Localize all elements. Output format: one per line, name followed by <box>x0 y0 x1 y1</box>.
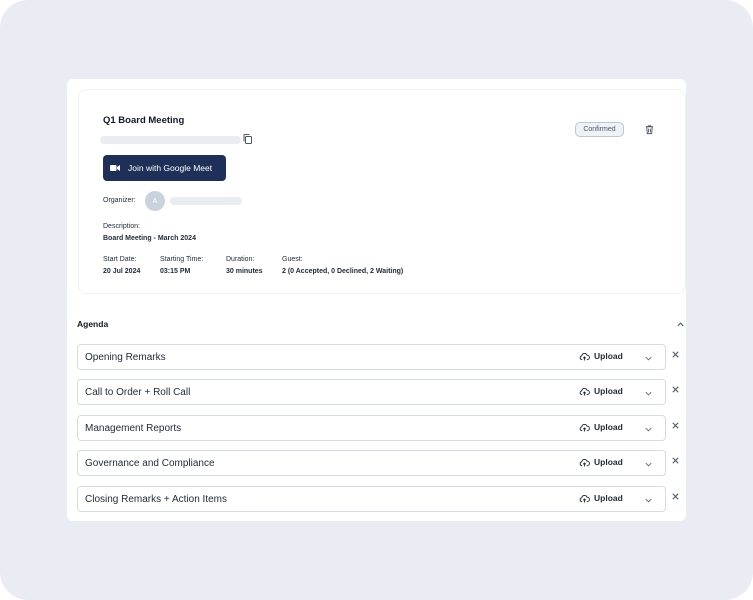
agenda-title: Agenda <box>77 319 109 329</box>
chevron-down-icon[interactable] <box>644 496 653 505</box>
agenda-item[interactable]: Call to Order + Roll Call Upload <box>77 379 666 405</box>
start-time-value: 03:15 PM <box>160 268 191 275</box>
upload-button[interactable]: Upload <box>579 351 623 361</box>
chevron-up-icon[interactable] <box>676 320 685 329</box>
upload-button[interactable]: Upload <box>579 422 623 432</box>
start-date-value: 20 Jul 2024 <box>103 268 141 275</box>
cloud-upload-icon <box>579 352 590 361</box>
close-icon[interactable] <box>671 350 680 359</box>
trash-icon[interactable] <box>644 124 655 135</box>
agenda-item-label: Governance and Compliance <box>85 458 215 469</box>
description-label: Description: <box>103 223 140 230</box>
guest-value: 2 (0 Accepted, 0 Declined, 2 Waiting) <box>282 268 404 275</box>
duration-label: Duration: <box>226 256 255 263</box>
chevron-down-icon[interactable] <box>644 460 653 469</box>
meeting-link-placeholder <box>100 136 241 144</box>
start-time-label: Starting Time: <box>160 256 204 263</box>
agenda-item-label: Opening Remarks <box>85 352 166 363</box>
avatar: A <box>145 191 165 211</box>
organizer-name-placeholder <box>170 197 242 205</box>
agenda-item[interactable]: Management Reports Upload <box>77 415 666 441</box>
close-icon[interactable] <box>671 385 680 394</box>
cloud-upload-icon <box>579 458 590 467</box>
cloud-upload-icon <box>579 423 590 432</box>
chevron-down-icon[interactable] <box>644 389 653 398</box>
organizer-label: Organizer: <box>103 197 136 204</box>
upload-button[interactable]: Upload <box>579 457 623 467</box>
video-camera-icon <box>110 165 120 171</box>
chevron-down-icon[interactable] <box>644 354 653 363</box>
agenda-item[interactable]: Closing Remarks + Action Items Upload <box>77 486 666 512</box>
close-icon[interactable] <box>671 456 680 465</box>
upload-label: Upload <box>594 493 623 503</box>
copy-icon[interactable] <box>242 133 254 145</box>
agenda-item[interactable]: Governance and Compliance Upload <box>77 450 666 476</box>
agenda-item-label: Call to Order + Roll Call <box>85 387 191 398</box>
agenda-item-label: Management Reports <box>85 423 182 434</box>
upload-label: Upload <box>594 351 623 361</box>
upload-label: Upload <box>594 386 623 396</box>
cloud-upload-icon <box>579 387 590 396</box>
join-button-label: Join with Google Meet <box>128 163 213 173</box>
upload-button[interactable]: Upload <box>579 493 623 503</box>
upload-label: Upload <box>594 457 623 467</box>
cloud-upload-icon <box>579 494 590 503</box>
guest-label: Guest: <box>282 256 303 263</box>
close-icon[interactable] <box>671 421 680 430</box>
upload-label: Upload <box>594 422 623 432</box>
agenda-item[interactable]: Opening Remarks Upload <box>77 344 666 370</box>
meeting-title: Q1 Board Meeting <box>103 115 185 126</box>
description-value: Board Meeting - March 2024 <box>103 235 196 242</box>
status-badge: Confirmed <box>575 122 624 137</box>
agenda-item-label: Closing Remarks + Action Items <box>85 494 227 505</box>
join-google-meet-button[interactable]: Join with Google Meet <box>103 155 226 181</box>
start-date-label: Start Date: <box>103 256 137 263</box>
chevron-down-icon[interactable] <box>644 425 653 434</box>
duration-value: 30 minutes <box>226 268 263 275</box>
close-icon[interactable] <box>671 492 680 501</box>
upload-button[interactable]: Upload <box>579 386 623 396</box>
